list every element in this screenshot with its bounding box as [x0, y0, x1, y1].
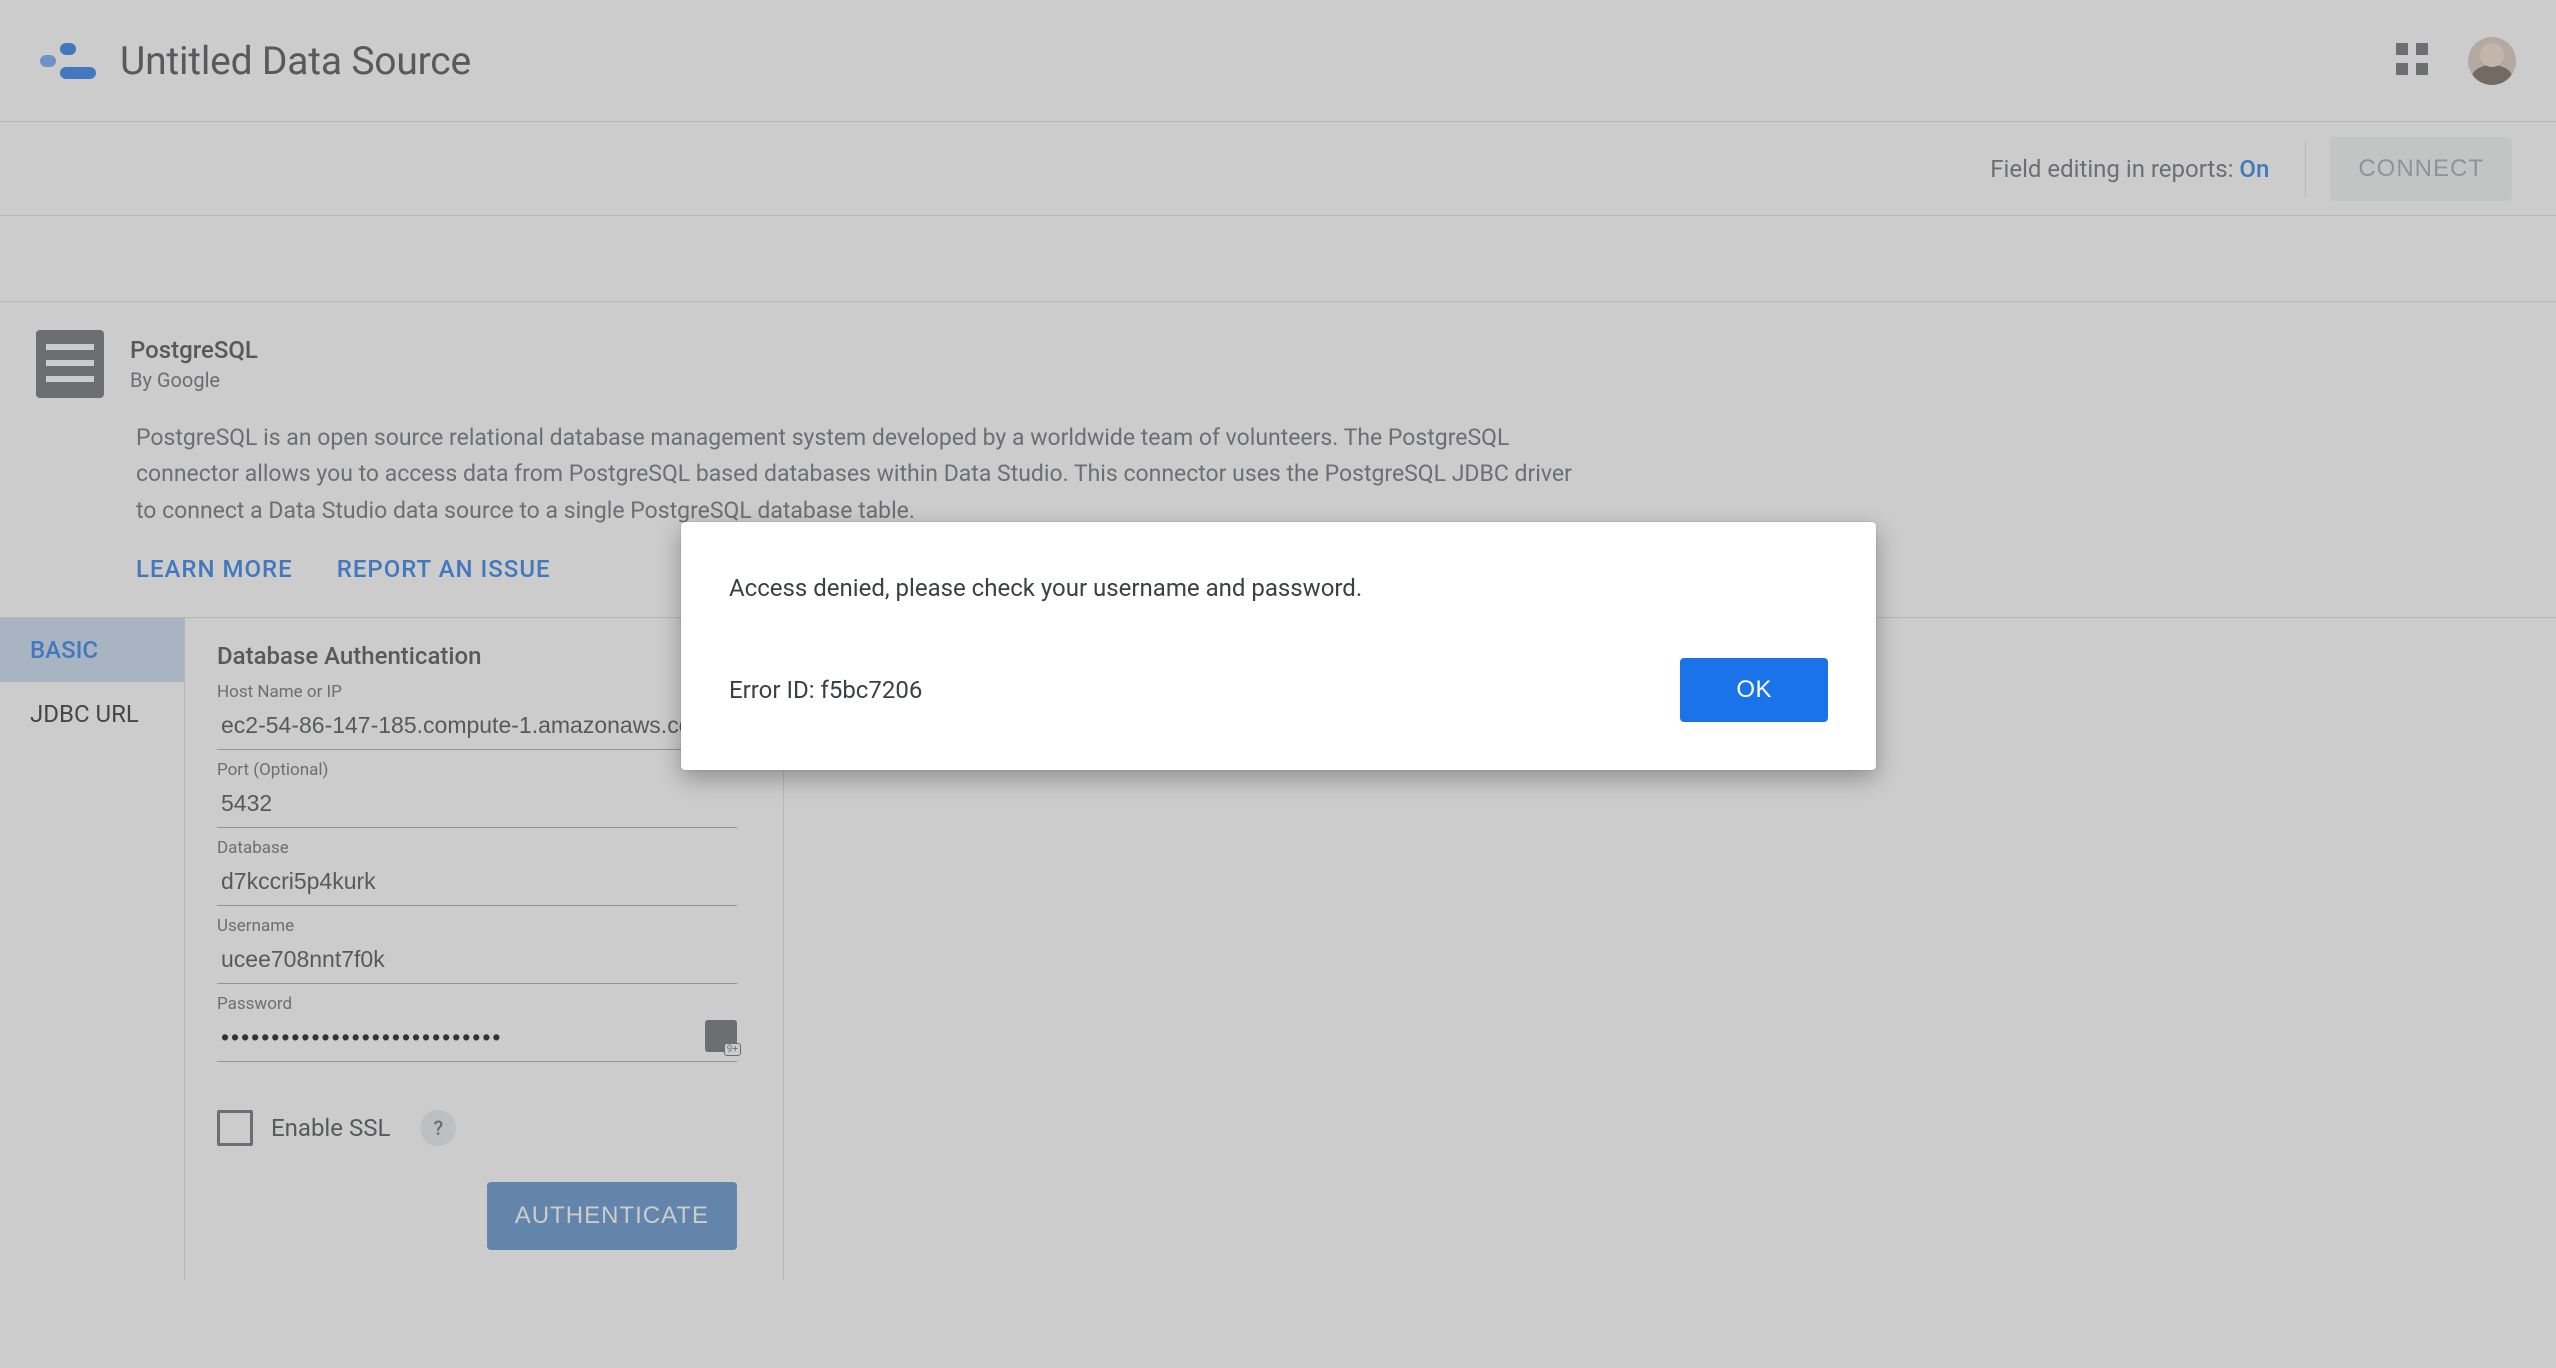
dialog-message: Access denied, please check your usernam…: [729, 570, 1828, 606]
ok-button[interactable]: OK: [1680, 658, 1828, 722]
error-dialog: Access denied, please check your usernam…: [681, 522, 1876, 770]
dialog-error-id: Error ID: f5bc7206: [729, 676, 922, 704]
